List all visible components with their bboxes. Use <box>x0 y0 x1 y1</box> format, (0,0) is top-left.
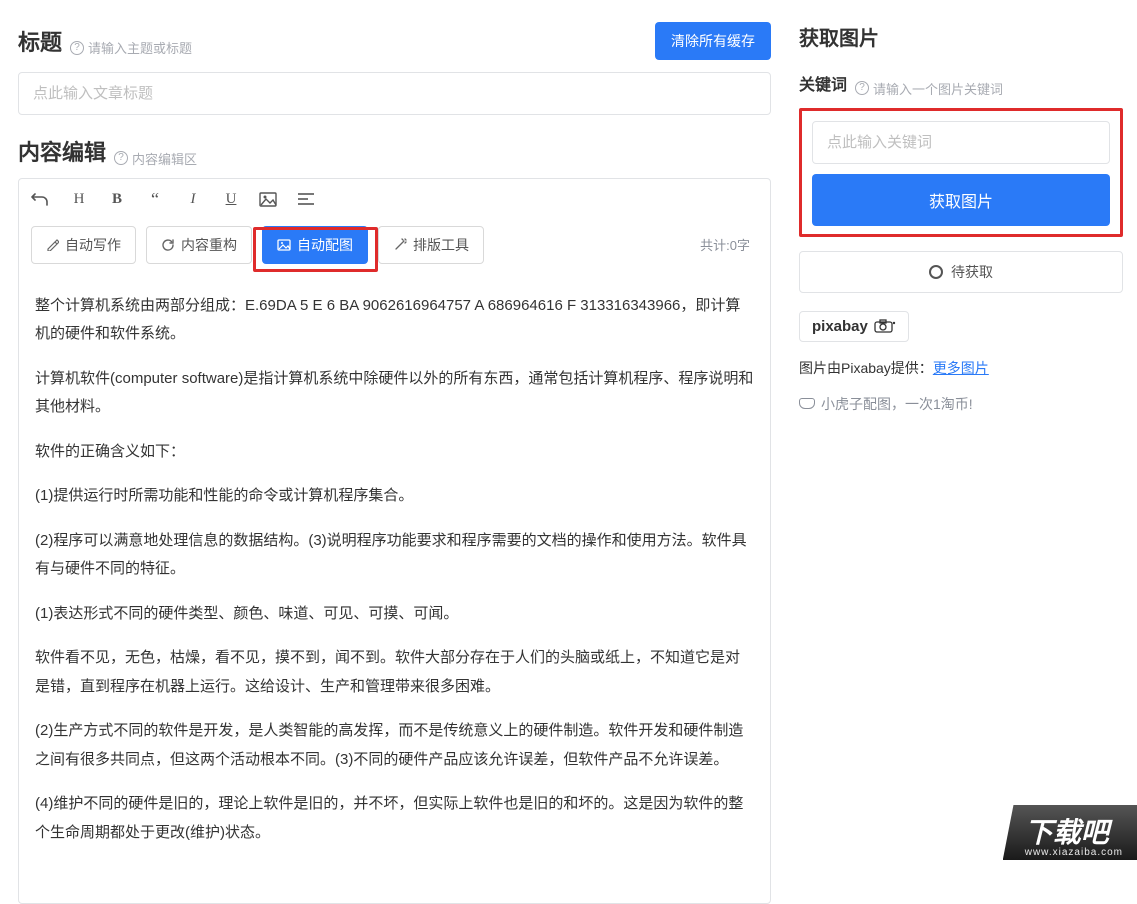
paragraph: 软件的正确含义如下： <box>35 438 754 467</box>
quote-icon[interactable]: “ <box>145 189 165 210</box>
auto-write-button[interactable]: 自动写作 <box>31 226 136 264</box>
help-icon: ? <box>70 41 84 55</box>
title-heading: 标题 <box>18 25 62 57</box>
more-images-link[interactable]: 更多图片 <box>933 360 989 376</box>
keyword-input[interactable] <box>812 121 1110 164</box>
action-toolbar: 自动写作 内容重构 自动配图 排版工具 共计:0字 <box>19 220 770 278</box>
clear-cache-button[interactable]: 清除所有缓存 <box>655 22 771 60</box>
char-count: 共计:0字 <box>700 235 758 254</box>
editor-panel: H B “ I U 自动写作 内容重构 <box>18 178 771 904</box>
paragraph: (1)提供运行时所需功能和性能的命令或计算机程序集合。 <box>35 482 754 511</box>
paragraph: (1)表达形式不同的硬件类型、颜色、味道、可见、可摸、可闻。 <box>35 600 754 629</box>
format-toolbar: H B “ I U <box>19 179 770 220</box>
editor-hint: ? 内容编辑区 <box>114 149 197 168</box>
help-icon: ? <box>114 151 128 165</box>
underline-icon[interactable]: U <box>221 191 241 208</box>
coin-note: 小虎子配图，一次1淘币! <box>799 394 1123 414</box>
keyword-hint: ? 请输入一个图片关键词 <box>855 79 1003 98</box>
wand-icon <box>393 238 407 252</box>
refresh-icon <box>161 238 175 252</box>
pending-status[interactable]: 待获取 <box>799 251 1123 293</box>
image-icon[interactable] <box>259 192 279 207</box>
undo-icon[interactable] <box>31 191 51 207</box>
editor-content[interactable]: 整个计算机系统由两部分组成：E.69DA 5 E 6 BA 9062616964… <box>19 278 770 904</box>
auto-image-button[interactable]: 自动配图 <box>262 226 368 264</box>
fetch-image-panel: 获取图片 <box>799 108 1123 237</box>
watermark: 下载吧 www.xiazaiba.com <box>1003 805 1137 860</box>
align-icon[interactable] <box>297 192 317 206</box>
pixabay-badge: pixabay <box>799 311 909 342</box>
circle-icon <box>929 265 943 279</box>
paragraph: 软件看不见，无色，枯燥，看不见，摸不到，闻不到。软件大部分存在于人们的头脑或纸上… <box>35 644 754 701</box>
pencil-icon <box>46 238 59 251</box>
paragraph: (2)生产方式不同的软件是开发，是人类智能的高发挥，而不是传统意义上的硬件制造。… <box>35 717 754 774</box>
title-hint: ? 请输入主题或标题 <box>70 38 192 57</box>
provider-line: 图片由Pixabay提供：更多图片 <box>799 358 1123 378</box>
keyword-label: 关键词 <box>799 71 847 95</box>
picture-icon <box>277 239 291 251</box>
coin-icon <box>799 398 815 409</box>
paragraph: (4)维护不同的硬件是旧的，理论上软件是旧的，并不坏，但实际上软件也是旧的和坏的… <box>35 790 754 847</box>
restructure-button[interactable]: 内容重构 <box>146 226 252 264</box>
fetch-image-button[interactable]: 获取图片 <box>812 174 1110 226</box>
bold-icon[interactable]: B <box>107 191 127 208</box>
editor-heading: 内容编辑 <box>18 135 106 167</box>
right-heading: 获取图片 <box>799 22 1123 51</box>
layout-tool-button[interactable]: 排版工具 <box>378 226 484 264</box>
heading-icon[interactable]: H <box>69 191 89 208</box>
paragraph: (2)程序可以满意地处理信息的数据结构。(3)说明程序功能要求和程序需要的文档的… <box>35 527 754 584</box>
article-title-input[interactable] <box>18 72 771 115</box>
italic-icon[interactable]: I <box>183 191 203 208</box>
help-icon: ? <box>855 81 869 95</box>
paragraph: 计算机软件(computer software)是指计算机系统中除硬件以外的所有… <box>35 365 754 422</box>
paragraph: 整个计算机系统由两部分组成：E.69DA 5 E 6 BA 9062616964… <box>35 292 754 349</box>
camera-icon <box>874 319 896 333</box>
